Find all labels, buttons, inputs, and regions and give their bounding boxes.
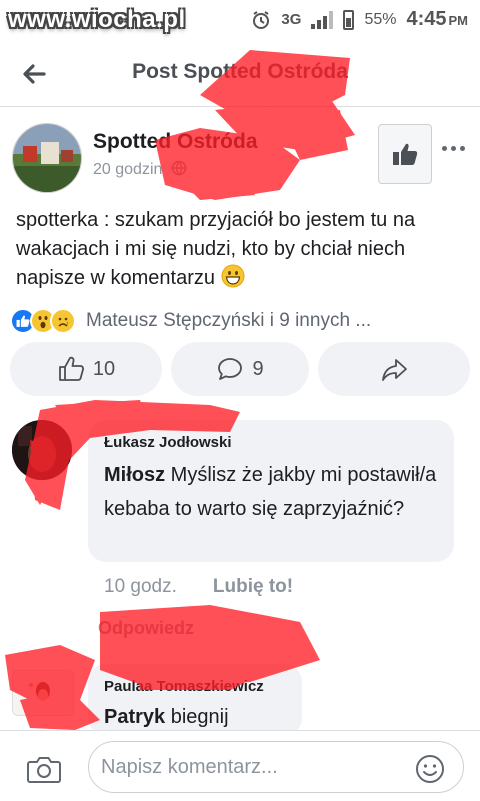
thumbs-up-outline-icon — [58, 356, 84, 381]
reactions-text: Mateusz Stępczyński i 9 innych ... — [86, 310, 372, 331]
page-title: Post Spotted Ostróda — [132, 60, 348, 83]
comment-text: Patryk biegnij — [104, 706, 229, 728]
signal-icon — [311, 10, 334, 29]
grinning-emoji-icon — [221, 264, 245, 288]
comment-reply-link[interactable]: Odpowiedz — [98, 618, 194, 639]
globe-icon — [171, 160, 187, 176]
comment-button[interactable]: 9 — [171, 342, 309, 396]
clock: 4:45 PM — [406, 8, 468, 30]
page-avatar[interactable] — [12, 123, 82, 193]
sad-reaction-icon — [50, 308, 76, 334]
comment-composer — [0, 730, 480, 801]
app-header: Post Spotted Ostróda — [0, 42, 480, 107]
comment-time: 10 godz. — [104, 576, 177, 597]
comment-bubble: Łukasz Jodłowski Miłosz Myślisz że jakby… — [88, 420, 454, 562]
battery-level: 55% — [364, 10, 397, 28]
comment-count: 9 — [252, 357, 264, 380]
reactions-summary[interactable]: Mateusz Stępczyński i 9 innych ... — [10, 306, 470, 336]
camera-icon[interactable] — [26, 753, 62, 785]
comment-mention[interactable]: Miłosz — [104, 464, 165, 486]
network-type: 3G — [281, 11, 302, 28]
reaction-icons — [10, 308, 76, 334]
more-options-button[interactable] — [438, 138, 468, 158]
smiley-icon[interactable] — [414, 753, 446, 785]
thumbs-up-icon — [393, 143, 418, 165]
status-bar: www.wiocha.pl 3G 55% 4:45 PM — [0, 0, 480, 42]
comment-mention[interactable]: Patryk — [104, 706, 165, 728]
comment-like-link[interactable]: Lubię to! — [213, 576, 293, 598]
comment-meta: 10 godz. Lubię to! — [104, 576, 293, 598]
post-author[interactable]: Spotted Ostróda — [93, 130, 258, 154]
status-indicators: 3G 55% 4:45 PM — [251, 8, 468, 31]
like-count: 10 — [92, 357, 116, 380]
comment-author[interactable]: Łukasz Jodłowski — [104, 434, 232, 451]
watermark: www.wiocha.pl — [8, 6, 186, 33]
comment-input[interactable] — [88, 741, 464, 793]
share-arrow-icon — [382, 359, 407, 381]
comment-text: Miłosz Myślisz że jakby mi postawił/a ke… — [104, 464, 437, 520]
post-time: 20 godzin — [93, 160, 187, 179]
comment-avatar[interactable] — [12, 670, 74, 716]
like-button[interactable]: 10 — [10, 342, 162, 396]
share-button[interactable] — [318, 342, 470, 396]
like-page-button[interactable] — [378, 124, 432, 184]
comment-bubble-icon — [218, 358, 243, 380]
comment-bubble: Paulaa Tomaszkiewicz Patryk biegnij — [88, 664, 302, 736]
post-text: spotterka : szukam przyjaciół bo jestem … — [16, 209, 416, 289]
alarm-clock-icon — [253, 10, 270, 29]
comment-author[interactable]: Paulaa Tomaszkiewicz — [104, 678, 264, 695]
battery-icon — [343, 9, 355, 30]
comment-avatar[interactable] — [12, 420, 72, 480]
